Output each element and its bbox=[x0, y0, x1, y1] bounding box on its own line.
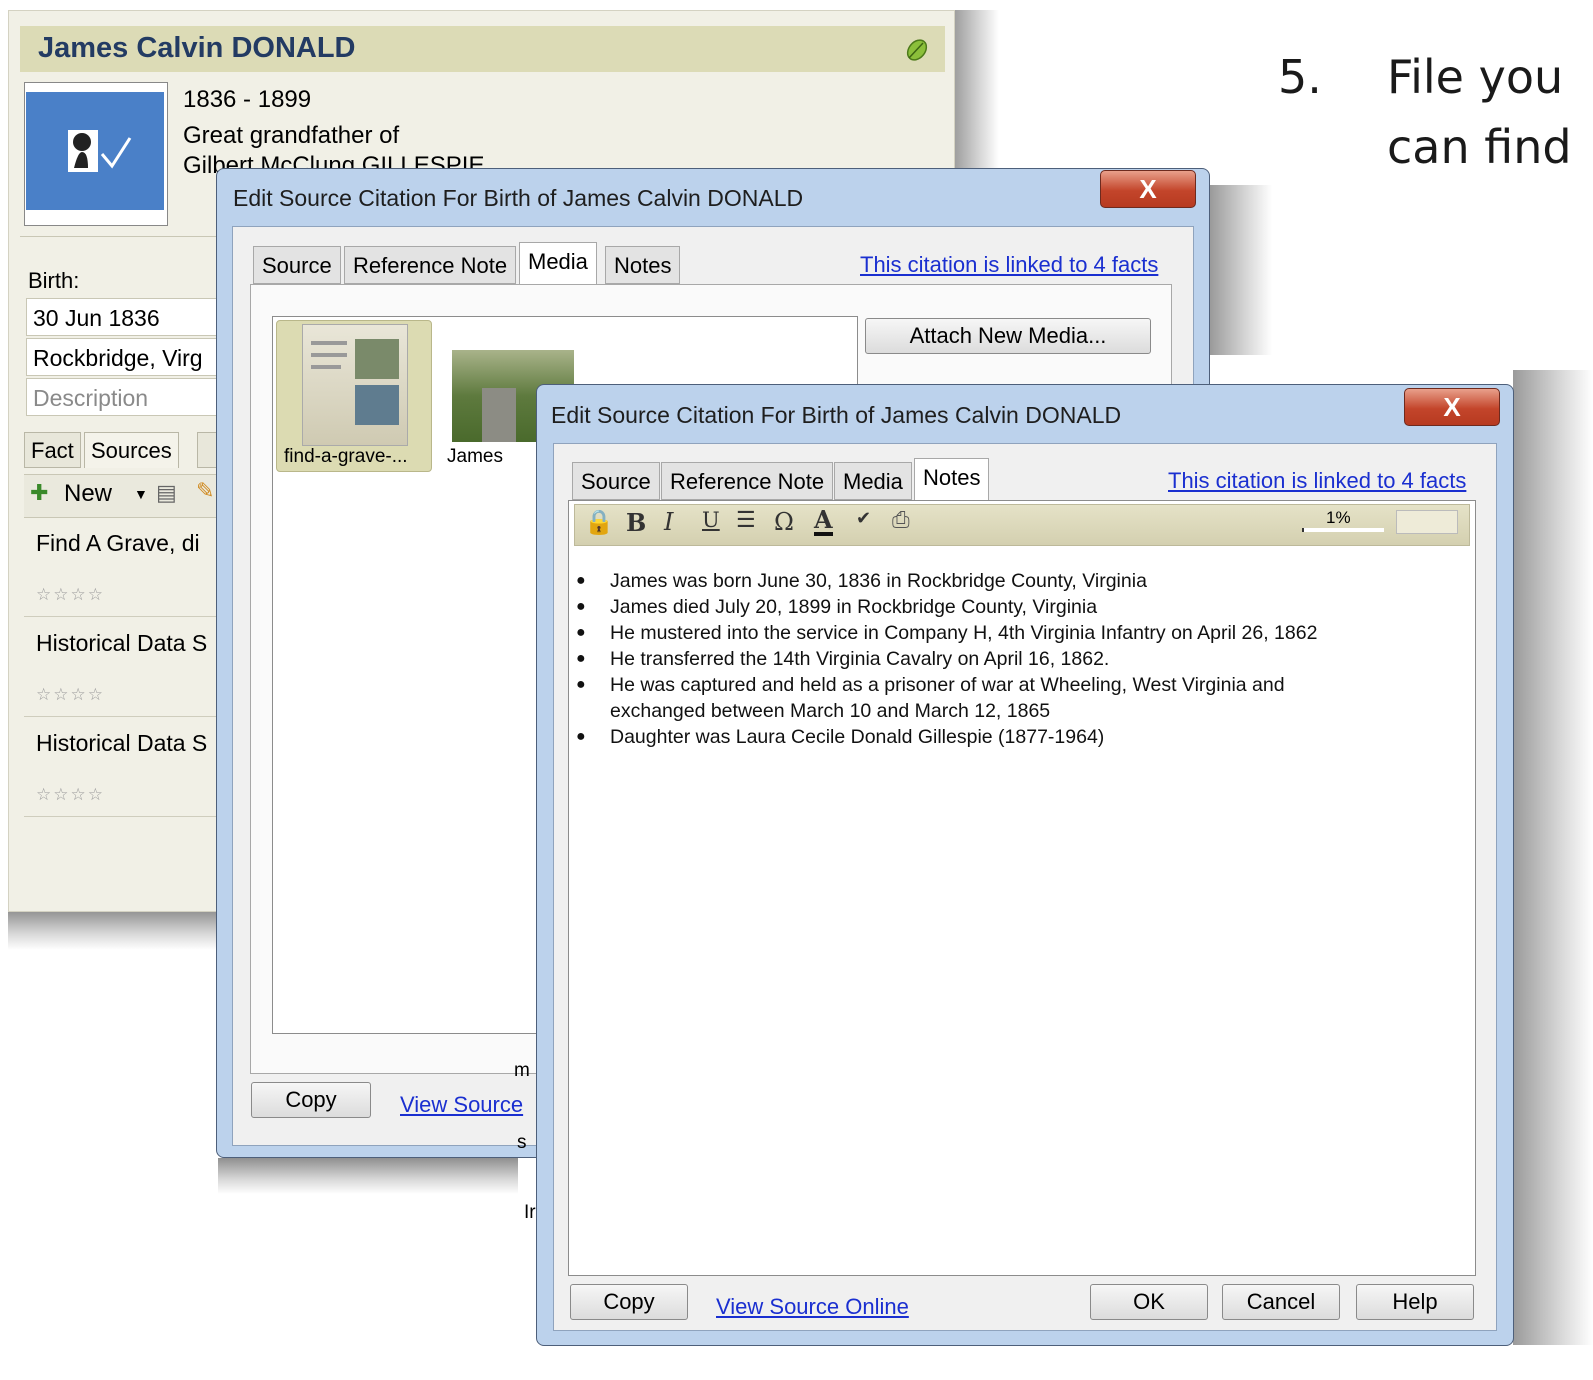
slide-text-line-2: can find bbox=[1387, 120, 1572, 174]
lock-icon[interactable]: 🔒 bbox=[584, 508, 614, 536]
birth-place-field[interactable]: Rockbridge, Virg bbox=[26, 338, 236, 376]
tab-source[interactable]: Source bbox=[572, 462, 660, 500]
birth-date-field[interactable]: 30 Jun 1836 bbox=[26, 298, 236, 336]
bullet-icon: ● bbox=[576, 572, 586, 589]
note-line: He mustered into the service in Company … bbox=[610, 622, 1318, 644]
close-button[interactable]: X bbox=[1100, 170, 1196, 208]
tab-fact[interactable]: Fact bbox=[24, 432, 81, 468]
print-icon[interactable]: ⎙ bbox=[892, 508, 910, 533]
silhouette-verified-icon bbox=[26, 92, 164, 210]
new-plus-icon: ✚ bbox=[30, 480, 49, 505]
sources-toolbar bbox=[24, 474, 224, 518]
note-line: James was born June 30, 1836 in Rockbrid… bbox=[610, 570, 1147, 592]
zoom-handle[interactable] bbox=[1396, 510, 1458, 534]
tab-media[interactable]: Media bbox=[834, 462, 912, 500]
tab-media[interactable]: Media bbox=[519, 242, 597, 284]
zoom-level: 1% bbox=[1326, 508, 1351, 527]
obscured-text: m bbox=[514, 1060, 530, 1081]
media-caption: James bbox=[447, 446, 503, 467]
underline-icon[interactable]: U bbox=[702, 508, 720, 532]
copy-button[interactable]: Copy bbox=[251, 1082, 371, 1118]
bullet-icon: ● bbox=[576, 676, 586, 693]
person-name: James Calvin DONALD bbox=[38, 32, 356, 64]
bullet-icon: ● bbox=[576, 624, 586, 641]
copy-icon[interactable]: ▤ bbox=[156, 480, 177, 506]
ok-button[interactable]: OK bbox=[1090, 1284, 1208, 1320]
relationship-line-1: Great grandfather of bbox=[183, 122, 400, 149]
rating-stars[interactable]: ☆☆☆☆ bbox=[36, 685, 105, 705]
source-title: Find A Grave, di bbox=[36, 530, 200, 556]
linked-facts-link[interactable]: This citation is linked to 4 facts bbox=[1168, 468, 1466, 494]
bullet-icon: ● bbox=[576, 650, 586, 667]
slide-step-number: 5. bbox=[1278, 50, 1322, 104]
dialog-title: Edit Source Citation For Birth of James … bbox=[233, 185, 804, 211]
note-line: Daughter was Laura Cecile Donald Gillesp… bbox=[610, 726, 1105, 748]
tab-reference-note[interactable]: Reference Note bbox=[661, 462, 834, 500]
zoom-slider[interactable] bbox=[1302, 528, 1384, 532]
rating-stars[interactable]: ☆☆☆☆ bbox=[36, 785, 105, 805]
edit-pencil-icon[interactable]: ✎ bbox=[196, 478, 214, 504]
bold-icon[interactable]: B bbox=[626, 508, 646, 537]
note-line: He transferred the 14th Virginia Cavalry… bbox=[610, 648, 1110, 670]
description-field[interactable]: Description bbox=[26, 378, 236, 416]
close-button[interactable]: X bbox=[1404, 388, 1500, 426]
cancel-button[interactable]: Cancel bbox=[1222, 1284, 1340, 1320]
obscured-text: Ir bbox=[524, 1202, 536, 1223]
note-line: exchanged between March 10 and March 12,… bbox=[610, 700, 1051, 722]
media-caption: find-a-grave-... bbox=[284, 446, 408, 467]
italic-icon[interactable]: I bbox=[664, 508, 673, 536]
tab-sources[interactable]: Sources bbox=[84, 432, 179, 468]
spell-check-icon[interactable]: ✔ bbox=[856, 508, 871, 529]
new-source-button[interactable]: New bbox=[64, 480, 112, 508]
birth-label: Birth: bbox=[28, 268, 80, 293]
tab-source[interactable]: Source bbox=[253, 246, 341, 284]
bullet-list-icon[interactable]: ☰ bbox=[736, 508, 756, 533]
bullet-icon: ● bbox=[576, 728, 586, 745]
attach-new-media-button[interactable]: Attach New Media... bbox=[865, 318, 1151, 354]
dialog-title: Edit Source Citation For Birth of James … bbox=[551, 402, 1122, 428]
copy-button[interactable]: Copy bbox=[570, 1284, 688, 1320]
source-title: Historical Data S bbox=[36, 630, 208, 656]
obscured-text: s bbox=[517, 1132, 527, 1153]
source-title: Historical Data S bbox=[36, 730, 208, 756]
tab-reference-note[interactable]: Reference Note bbox=[344, 246, 517, 284]
help-button[interactable]: Help bbox=[1356, 1284, 1474, 1320]
bullet-icon: ● bbox=[576, 598, 586, 615]
leaf-hint-icon[interactable] bbox=[905, 38, 929, 62]
slide-text-line-1: File you bbox=[1387, 50, 1564, 104]
special-character-icon[interactable]: Ω bbox=[774, 508, 794, 536]
view-source-online-link[interactable]: View Source Online bbox=[716, 1294, 909, 1320]
tab-notes[interactable]: Notes bbox=[605, 246, 681, 284]
dialog-back-shadow-right bbox=[1210, 185, 1272, 355]
note-line: He was captured and held as a prisoner o… bbox=[610, 674, 1285, 696]
font-color-icon[interactable]: A bbox=[814, 508, 833, 536]
note-line: James died July 20, 1899 in Rockbridge C… bbox=[610, 596, 1098, 618]
life-span: 1836 - 1899 bbox=[183, 86, 312, 113]
dialog-front-shadow-right bbox=[1513, 370, 1593, 1345]
view-source-link[interactable]: View Source bbox=[400, 1092, 523, 1118]
tab-notes[interactable]: Notes bbox=[914, 458, 990, 500]
chevron-down-icon[interactable]: ▼ bbox=[134, 486, 148, 502]
linked-facts-link[interactable]: This citation is linked to 4 facts bbox=[860, 252, 1158, 278]
media-thumbnail bbox=[302, 324, 408, 446]
dialog-back-shadow-bottom bbox=[218, 1158, 518, 1194]
divider bbox=[20, 236, 220, 237]
rating-stars[interactable]: ☆☆☆☆ bbox=[36, 585, 105, 605]
